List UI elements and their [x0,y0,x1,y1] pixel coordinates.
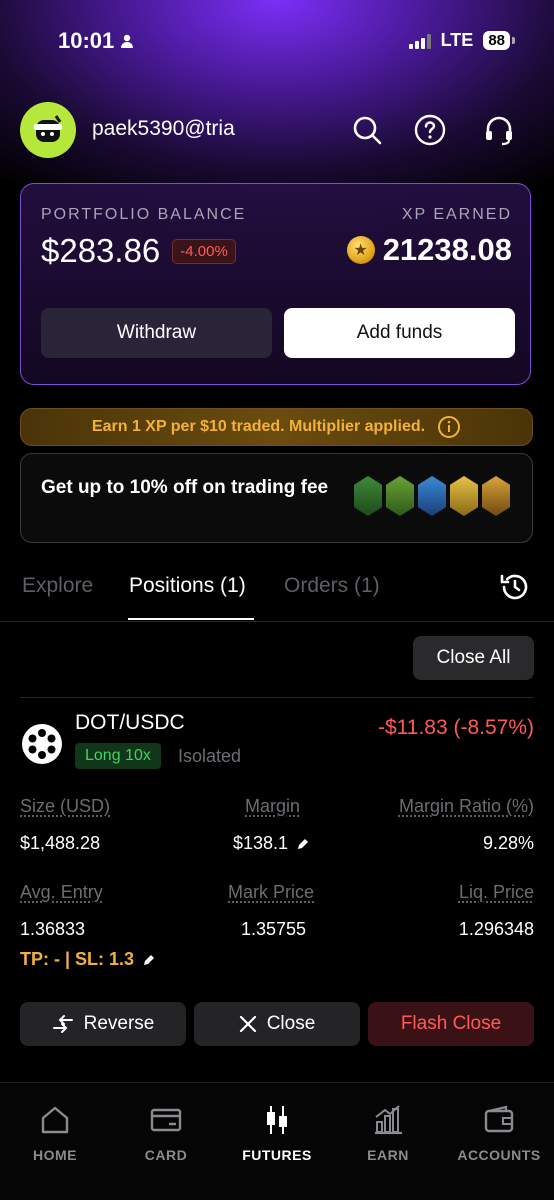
nav-earn[interactable]: EARN [333,1103,443,1163]
edit-margin-icon[interactable] [296,837,310,851]
withdraw-button[interactable]: Withdraw [41,308,272,358]
liq-price-value: 1.296348 [458,919,534,939]
help-icon [414,114,446,146]
avg-entry-value: 1.36833 [20,919,86,939]
liq-price-label[interactable]: Liq. Price [459,882,534,903]
fee-discount-text: Get up to 10% off on trading fee [41,477,329,498]
xp-coin-icon: ★ [346,236,375,264]
nav-accounts-label: ACCOUNTS [457,1147,541,1163]
home-icon [41,1106,69,1134]
reverse-icon [52,1015,73,1033]
candles-icon [267,1106,287,1134]
close-position-button[interactable]: Close [194,1002,360,1046]
edit-tpsl-icon[interactable] [142,953,156,967]
tab-positions[interactable]: Positions (1) [129,574,246,598]
margin-label[interactable]: Margin [245,796,300,817]
battery-icon: 88 [483,31,515,50]
margin-mode: Isolated [178,746,242,766]
tabs-divider [0,621,554,622]
close-all-button[interactable]: Close All [413,636,534,680]
search-icon [353,116,382,145]
nav-accounts[interactable]: ACCOUNTS [444,1103,554,1163]
status-time: 10:01 [58,28,134,54]
close-label: Close [266,1013,316,1034]
card-icon [150,1108,182,1132]
signal-icon [408,33,431,49]
reverse-button[interactable]: Reverse [20,1002,186,1046]
tab-orders[interactable]: Orders (1) [284,574,380,598]
portfolio-card: PORTFOLIO BALANCE $283.86 -4.00% XP EARN… [20,183,531,385]
margin-ratio-value: 9.28% [482,833,534,853]
headset-icon [486,116,512,146]
size-label[interactable]: Size (USD) [20,796,110,817]
position-pnl: -$11.83 (-8.57%) [377,716,534,739]
position-pair[interactable]: DOT/USDC [75,711,185,735]
momentum-badge-icon [418,476,446,516]
avatar[interactable] [20,102,76,158]
nav-earn-label: EARN [367,1147,409,1163]
nav-card-label: CARD [144,1147,188,1163]
bottom-nav: HOME CARD FUTURES EARN ACCOUNTS [0,1083,554,1200]
position-divider [20,697,534,698]
size-value: $1,488.28 [20,833,101,853]
bar-chart-icon [375,1105,402,1135]
support-button[interactable] [479,110,519,150]
growth-badge-icon [386,476,414,516]
avg-entry-label[interactable]: Avg. Entry [20,882,103,903]
margin-ratio-label[interactable]: Margin Ratio (%) [399,796,534,817]
tab-explore[interactable]: Explore [22,574,93,598]
side-leverage-badge: Long 10x [75,743,161,769]
flash-close-button[interactable]: Flash Close [368,1002,534,1046]
balance-row: $283.86 -4.00% [41,232,236,270]
nav-card[interactable]: CARD [111,1103,221,1163]
info-icon[interactable] [437,415,461,439]
vip-badge-icon [450,476,478,516]
nav-home[interactable]: HOME [0,1103,110,1163]
history-icon [500,574,528,600]
polkadot-logo-icon [22,724,62,764]
apex-badge-icon [482,476,510,516]
status-right: LTE 88 [408,30,515,51]
nav-home-label: HOME [33,1147,77,1163]
balance-change-badge: -4.00% [172,238,236,264]
wallet-icon [484,1105,514,1133]
seed-badge-icon [354,476,382,516]
xp-row: ★ 21238.08 [346,232,512,268]
close-icon [239,1015,256,1033]
add-funds-button[interactable]: Add funds [284,308,515,358]
nav-futures-label: FUTURES [242,1147,312,1163]
avatar-face-icon [34,115,62,142]
network-label: LTE [440,30,474,50]
mark-price-label[interactable]: Mark Price [228,882,314,903]
person-icon [121,34,134,48]
reverse-label: Reverse [83,1013,155,1034]
history-button[interactable] [498,570,534,606]
fee-discount-banner[interactable]: Get up to 10% off on trading fee [20,453,533,543]
rank-badges-image [354,476,510,516]
earn-xp-text: Earn 1 XP per $10 traded. Multiplier app… [91,418,426,435]
username[interactable]: paek5390@tria [92,117,235,141]
margin-value: $138.1 [233,833,289,853]
active-tab-underline [128,618,254,620]
xp-earned-value: 21238.08 [382,232,512,267]
search-button[interactable] [347,110,387,150]
earn-xp-banner[interactable]: Earn 1 XP per $10 traded. Multiplier app… [20,408,533,446]
tp-sl-value: TP: - | SL: 1.3 [20,949,135,969]
xp-earned-label: XP EARNED [401,206,512,223]
mark-price-value: 1.35755 [241,919,307,939]
help-button[interactable] [410,110,450,150]
margin-value-row: $138.1 [233,833,310,854]
time-text: 10:01 [58,28,115,53]
portfolio-balance: $283.86 [41,232,161,269]
nav-futures[interactable]: FUTURES [222,1103,332,1163]
tp-sl-row: TP: - | SL: 1.3 [20,949,156,970]
portfolio-balance-label: PORTFOLIO BALANCE [41,206,247,223]
